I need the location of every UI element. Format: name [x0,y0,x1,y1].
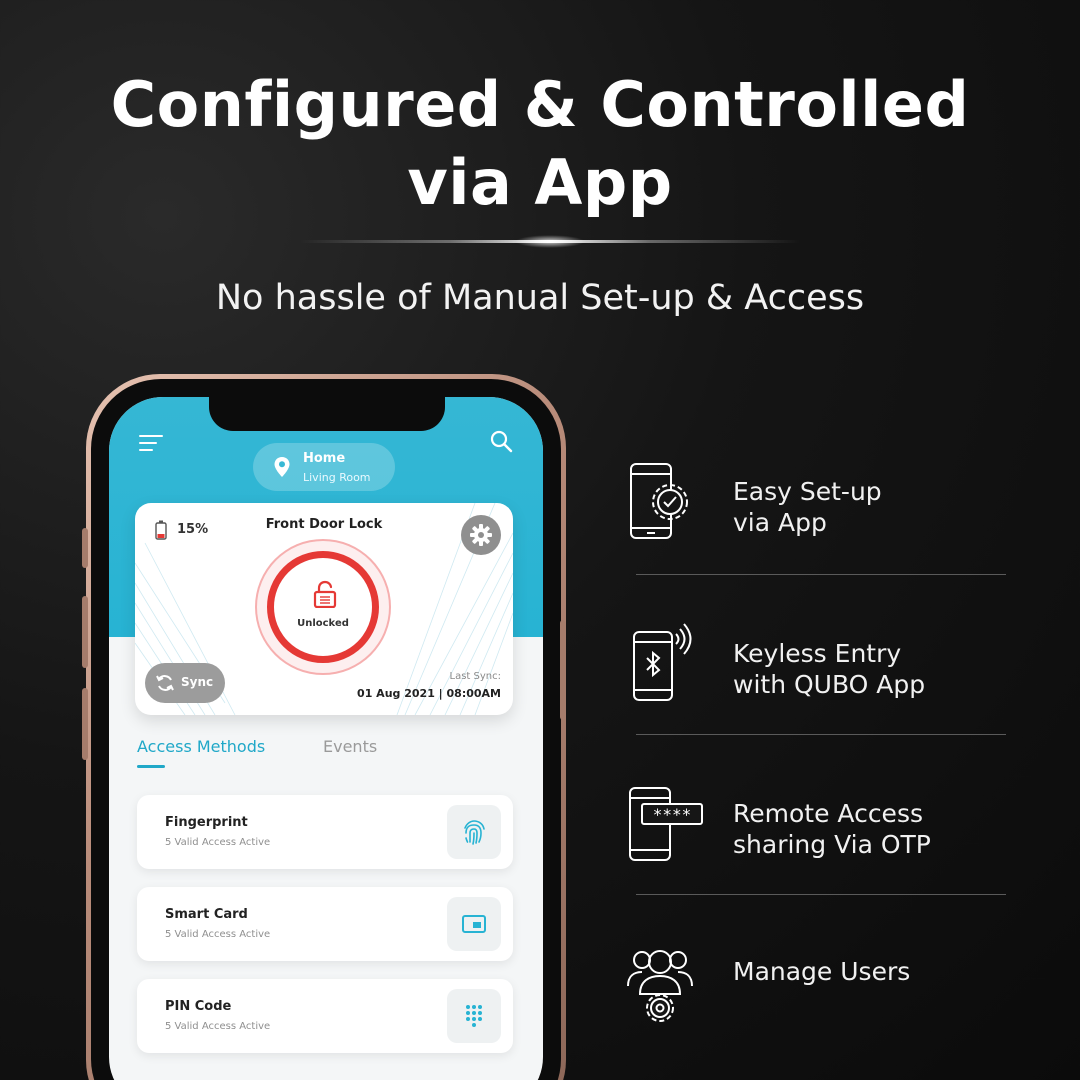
headline: Configured & Controlled via App [0,66,1080,222]
last-sync-label: Last Sync: [449,671,501,682]
feature-text: Manage Users [733,956,910,987]
feature-remote-access: **** Remote Access sharing Via OTP [620,780,1020,870]
last-sync-time: 01 Aug 2021 | 08:00AM [357,687,501,700]
phone-gear-icon [630,463,688,539]
feature-line-1: Manage Users [733,957,911,986]
lock-state: Unlocked [297,618,349,629]
lock-card: 15% Front Door Lock Unlocked Sync Last S… [135,503,513,715]
feature-line-2: via App [733,508,827,537]
phone-bluetooth-icon [633,623,692,701]
feature-line-1: Keyless Entry [733,639,902,668]
feature-text: Remote Access sharing Via OTP [733,798,931,860]
method-status: 5 Valid Access Active [165,929,271,940]
phone-power-button [560,620,566,720]
feature-text: Easy Set-up via App [733,476,882,538]
menu-icon[interactable] [139,435,163,456]
search-icon[interactable] [489,429,513,453]
method-icon-box [447,989,501,1043]
location-selector[interactable]: Home Living Room [253,443,395,491]
feature-line-1: Easy Set-up [733,477,882,506]
phone-volume-up [82,596,88,668]
method-pin-code[interactable]: PIN Code 5 Valid Access Active [137,979,513,1053]
subtitle: No hassle of Manual Set-up & Access [215,278,865,318]
location-title: Home [303,451,346,466]
lock-settings-button[interactable] [461,515,501,555]
lock-ring: Unlocked [267,551,379,663]
method-status: 5 Valid Access Active [165,1021,271,1032]
location-subtitle: Living Room [303,471,371,484]
location-pin-icon [274,457,290,477]
svg-text:****: **** [653,805,692,824]
feature-keyless-entry: Keyless Entry with QUBO App [620,620,1020,710]
unlocked-padlock-icon [313,580,337,608]
phone-mockup: Home Living Room 15% Front Door Lock Unl… [86,374,566,1080]
gear-icon [470,524,492,546]
app-screen: Home Living Room 15% Front Door Lock Unl… [109,397,543,1080]
feature-divider [636,574,1006,575]
tab-access-methods[interactable]: Access Methods [137,737,265,756]
feature-divider [636,734,1006,735]
card-icon [462,915,486,933]
glow-divider [300,235,800,248]
tab-events[interactable]: Events [323,737,377,756]
lock-name: Front Door Lock [265,517,383,532]
headline-line-2: via App [407,146,673,219]
sync-label: Sync [181,675,214,689]
sync-icon [156,675,174,691]
phone-otp-icon: **** [629,787,703,861]
feature-manage-users: Manage Users [620,940,1020,1030]
feature-line-2: sharing Via OTP [733,830,931,859]
users-gear-icon [627,950,693,1022]
phone-volume-down [82,688,88,760]
feature-text: Keyless Entry with QUBO App [733,638,925,700]
lock-toggle-button[interactable]: Unlocked [255,539,391,675]
feature-line-1: Remote Access [733,799,923,828]
feature-easy-setup: Easy Set-up via App [620,460,1020,550]
feature-line-2: with QUBO App [733,670,926,699]
method-smart-card[interactable]: Smart Card 5 Valid Access Active [137,887,513,961]
method-name: PIN Code [165,999,232,1014]
method-fingerprint[interactable]: Fingerprint 5 Valid Access Active [137,795,513,869]
active-tab-indicator [137,765,165,768]
phone-bezel: Home Living Room 15% Front Door Lock Unl… [91,379,561,1080]
headline-line-1: Configured & Controlled [110,68,970,141]
fingerprint-icon [464,820,485,845]
method-status: 5 Valid Access Active [165,837,271,848]
feature-divider [636,894,1006,895]
keypad-icon [466,1005,482,1027]
sync-button[interactable]: Sync [145,663,225,703]
phone-side-button [82,528,88,568]
phone-notch [209,397,445,431]
method-icon-box [447,897,501,951]
method-name: Fingerprint [165,815,248,830]
method-name: Smart Card [165,907,248,922]
method-icon-box [447,805,501,859]
